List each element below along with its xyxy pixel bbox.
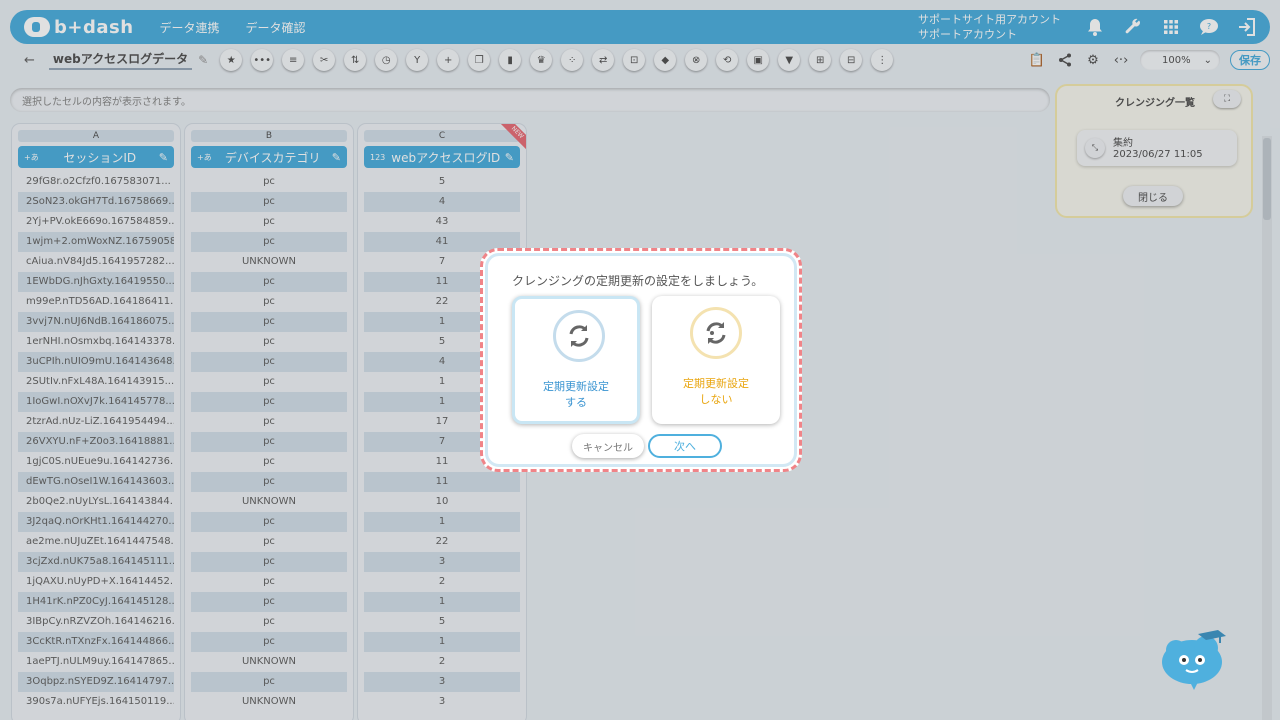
next-button[interactable]: 次へ [648,434,722,458]
option-no-line1: 定期更新設定 [683,377,749,390]
option-yes-line2: する [565,396,587,409]
option-no-line2: しない [699,393,733,406]
refresh-icon [553,310,605,362]
schedule-update-on-option[interactable]: 定期更新設定 する [512,296,640,424]
refresh-off-icon [690,307,742,359]
assistant-mascot[interactable] [1158,626,1230,692]
dialog-body: クレンジングの定期更新の設定をしましょう。 定期更新設定 する 定期更新設定 し… [485,253,797,467]
schedule-update-off-option[interactable]: 定期更新設定 しない [652,296,780,424]
option-yes-line1: 定期更新設定 [543,380,609,393]
schedule-update-dialog: クレンジングの定期更新の設定をしましょう。 定期更新設定 する 定期更新設定 し… [480,248,802,472]
cancel-button[interactable]: キャンセル [572,434,644,458]
dialog-question: クレンジングの定期更新の設定をしましょう。 [512,274,764,288]
